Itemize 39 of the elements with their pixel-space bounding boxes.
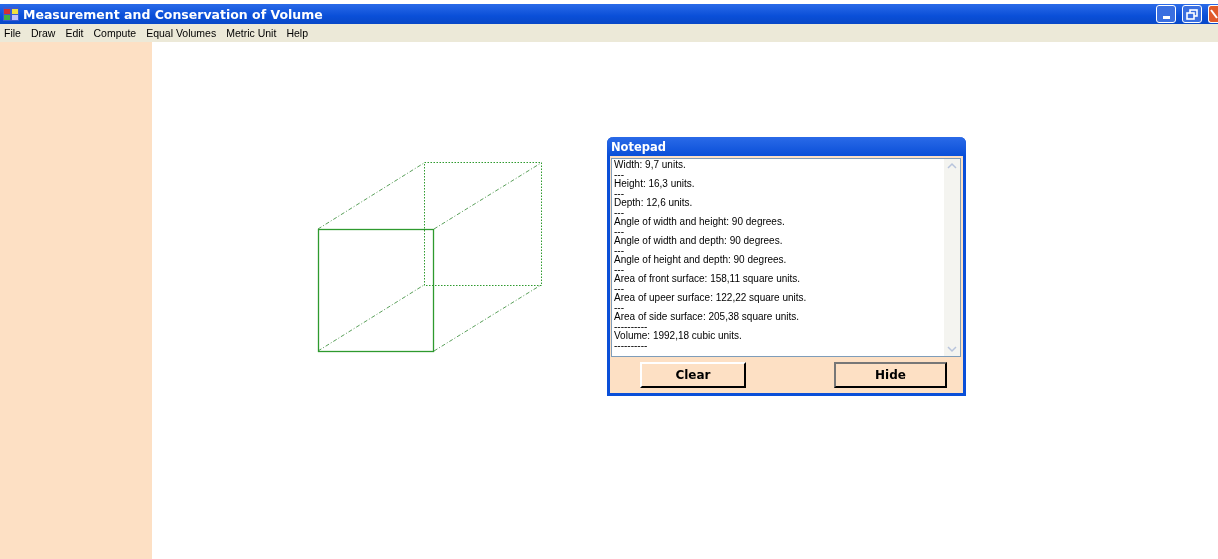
- menu-item[interactable]: Draw: [30, 27, 56, 39]
- minimize-icon: [1162, 16, 1170, 19]
- app-icon: [3, 7, 19, 21]
- menu-item[interactable]: Equal Volumes: [146, 27, 217, 39]
- note-line: Depth: 12,6 units.: [614, 197, 694, 209]
- note-line: Angle of width and depth: 90 degrees.: [614, 235, 784, 247]
- notes-textarea[interactable]: [611, 158, 961, 357]
- note-line: ----------: [614, 342, 649, 349]
- note-line: ---: [614, 247, 624, 254]
- menu-item[interactable]: Edit: [65, 27, 84, 39]
- notepad-button[interactable]: Clear: [640, 362, 746, 388]
- note-line: Area of upeer surface: 122,22 square units.: [614, 292, 808, 304]
- menu-item[interactable]: Help: [286, 27, 308, 39]
- close-button[interactable]: [1208, 5, 1218, 23]
- note-line: Volume: 1992,18 cubic units.: [614, 330, 743, 342]
- window-title: Measurement and Conservation of Volume: [23, 6, 323, 22]
- note-line: Height: 16,3 units.: [614, 178, 696, 190]
- note-line: Angle of height and depth: 90 degrees.: [614, 254, 788, 266]
- note-line: ----------: [614, 323, 648, 330]
- menu-item[interactable]: File: [4, 27, 21, 39]
- note-line: Area of side surface: 205,38 square units.: [614, 311, 801, 323]
- minimize-button[interactable]: [1156, 5, 1176, 23]
- menu-item[interactable]: Compute: [93, 27, 137, 39]
- note-line: Angle of width and height: 90 degrees.: [614, 216, 786, 228]
- note-line: ---: [614, 266, 624, 273]
- restore-icon: [1186, 8, 1198, 20]
- note-line: ---: [614, 190, 624, 197]
- restore-button[interactable]: [1182, 5, 1202, 23]
- notepad-button[interactable]: Hide: [834, 362, 947, 388]
- menu-item[interactable]: Metric Unit: [226, 27, 277, 39]
- note-line: ---: [614, 171, 624, 178]
- note-line: ---: [614, 209, 624, 216]
- note-line: Width: 9,7 units.: [614, 159, 687, 171]
- note-line: ---: [614, 228, 624, 235]
- close-icon: [1209, 8, 1218, 20]
- note-line: ---: [614, 285, 624, 292]
- note-line: ---: [614, 304, 624, 311]
- notepad-title: Notepad: [607, 137, 966, 156]
- note-line: Area of front surface: 158,11 square units.: [614, 273, 802, 285]
